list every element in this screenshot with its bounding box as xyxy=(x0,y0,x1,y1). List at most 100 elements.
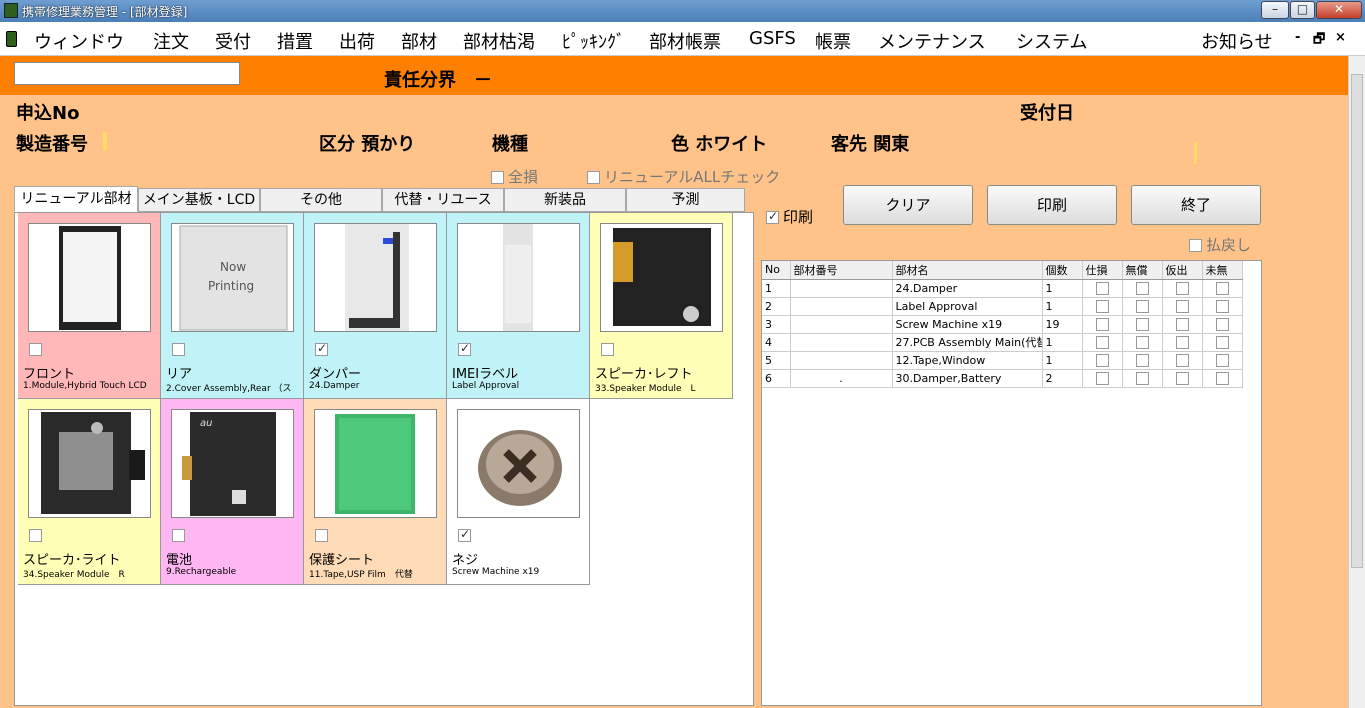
menu-action[interactable]: 措置 xyxy=(277,28,313,54)
tab-others[interactable]: その他 xyxy=(260,188,382,212)
menu-picking[interactable]: ﾋﾟｯｷﾝｸﾞ xyxy=(562,28,625,54)
renewal-all-checkbox[interactable]: リニューアルALLチェック xyxy=(587,166,780,187)
table-row[interactable]: 1 24.Damper 1 xyxy=(762,279,1243,298)
part-card[interactable]: スピーカ･レフト 33.Speaker Module L xyxy=(590,213,733,399)
close-button[interactable]: ✕ xyxy=(1316,1,1362,19)
total-loss-checkbox[interactable]: 全損 xyxy=(491,166,538,187)
tab-substitute-reuse[interactable]: 代替・リユース xyxy=(382,188,504,212)
grid-checkbox[interactable] xyxy=(1215,335,1229,349)
table-row[interactable]: 4 27.PCB Assembly Main(代替 1 xyxy=(762,333,1243,352)
part-card[interactable]: Now Printing リア 2.Cover Assembly,Rear （ス xyxy=(161,213,304,399)
grid-checkbox[interactable] xyxy=(1175,335,1189,349)
checkbox[interactable] xyxy=(491,171,504,184)
grid-checkbox[interactable] xyxy=(1215,371,1229,385)
vertical-scrollbar[interactable] xyxy=(1348,56,1365,708)
tab-main-board-lcd[interactable]: メイン基板・LCD xyxy=(138,188,260,212)
scrollbar-thumb[interactable] xyxy=(1351,74,1363,568)
mdi-close-button[interactable]: × xyxy=(1335,30,1346,45)
grid-checkbox[interactable] xyxy=(1095,317,1109,331)
menu-reception[interactable]: 受付 xyxy=(215,28,251,54)
grid-checkbox[interactable] xyxy=(1135,371,1149,385)
grid-checkbox[interactable] xyxy=(1135,299,1149,313)
print-checkbox[interactable]: 印刷 xyxy=(766,206,813,227)
exit-button[interactable]: 終了 xyxy=(1131,185,1261,225)
cell-check xyxy=(1082,333,1123,352)
cell-part-name: 12.Tape,Window xyxy=(892,351,1043,370)
grid-checkbox[interactable] xyxy=(1135,281,1149,295)
grid-checkbox[interactable] xyxy=(1215,317,1229,331)
part-checkbox[interactable] xyxy=(29,343,42,356)
tab-new-parts[interactable]: 新装品 xyxy=(504,188,626,212)
part-jp-name: リア xyxy=(166,367,193,382)
menu-parts[interactable]: 部材 xyxy=(401,28,437,54)
grid-checkbox[interactable] xyxy=(1215,299,1229,313)
refund-checkbox[interactable]: 払戻し xyxy=(1189,234,1251,255)
grid-checkbox[interactable] xyxy=(1135,353,1149,367)
maximize-button[interactable]: □ xyxy=(1290,1,1315,19)
menu-gsfs[interactable]: GSFS xyxy=(749,28,796,49)
part-card[interactable]: 保護シート 11.Tape,USP Film 代替 xyxy=(304,399,447,585)
grid-checkbox[interactable] xyxy=(1095,335,1109,349)
mdi-restore-button[interactable]: 🗗 xyxy=(1313,30,1325,52)
grid-checkbox[interactable] xyxy=(1135,335,1149,349)
menu-order[interactable]: 注文 xyxy=(153,28,189,54)
menu-parts-report[interactable]: 部材帳票 xyxy=(649,28,721,54)
menu-shipping[interactable]: 出荷 xyxy=(339,28,375,54)
grid-checkbox[interactable] xyxy=(1175,299,1189,313)
tab-forecast[interactable]: 予測 xyxy=(626,188,745,212)
grid-checkbox[interactable] xyxy=(1135,317,1149,331)
title-bar: 携帯修理業務管理 - [部材登録] – □ ✕ xyxy=(0,0,1365,22)
app-menu-icon[interactable] xyxy=(6,31,17,47)
grid-checkbox[interactable] xyxy=(1095,353,1109,367)
cell-check xyxy=(1202,315,1243,334)
grid-checkbox[interactable] xyxy=(1215,281,1229,295)
checkbox[interactable] xyxy=(1189,239,1202,252)
part-checkbox[interactable] xyxy=(172,343,185,356)
checkbox[interactable] xyxy=(587,171,600,184)
table-row[interactable]: 2 Label Approval 1 xyxy=(762,297,1243,316)
minimize-button[interactable]: – xyxy=(1261,1,1289,19)
part-card[interactable]: ネジScrew Machine x19 xyxy=(447,399,590,585)
grid-checkbox[interactable] xyxy=(1095,281,1109,295)
part-card[interactable]: au 電池 9.Rechargeable xyxy=(161,399,304,585)
part-checkbox[interactable] xyxy=(172,529,185,542)
grid-checkbox[interactable] xyxy=(1095,299,1109,313)
grid-checkbox[interactable] xyxy=(1215,353,1229,367)
memo-field[interactable] xyxy=(1194,142,1197,164)
menu-system[interactable]: システム xyxy=(1016,28,1087,54)
part-checkbox[interactable] xyxy=(458,527,471,542)
checkbox[interactable] xyxy=(766,209,779,224)
serial-no-field[interactable] xyxy=(103,132,107,150)
renewal-all-label: リニューアルALLチェック xyxy=(604,168,781,186)
grid-checkbox[interactable] xyxy=(1175,353,1189,367)
part-checkbox[interactable] xyxy=(601,343,614,356)
grid-checkbox[interactable] xyxy=(1175,281,1189,295)
menu-window[interactable]: ウィンドウ xyxy=(34,28,124,54)
grid-checkbox[interactable] xyxy=(1175,317,1189,331)
grid-checkbox[interactable] xyxy=(1095,371,1109,385)
table-row[interactable]: 3 Screw Machine x19 19 xyxy=(762,315,1243,334)
search-input[interactable] xyxy=(14,62,240,85)
part-checkbox[interactable] xyxy=(29,529,42,542)
part-card[interactable]: フロント 1.Module,Hybrid Touch LCD xyxy=(18,213,161,399)
part-card[interactable]: IMEIラベルLabel Approval xyxy=(447,213,590,399)
menu-notice-label[interactable]: お知らせ xyxy=(1201,28,1273,54)
tab-renewal-parts[interactable]: リニューアル部材 xyxy=(14,186,138,212)
clear-button[interactable]: クリア xyxy=(843,185,973,225)
part-jp-name: スピーカ･レフト xyxy=(595,367,693,382)
menu-reports[interactable]: 帳票 xyxy=(815,28,851,54)
part-checkbox[interactable] xyxy=(315,529,328,542)
menu-parts-shortage[interactable]: 部材枯渇 xyxy=(463,28,535,54)
mdi-minimize-button[interactable]: - xyxy=(1295,30,1300,45)
part-checkbox[interactable] xyxy=(315,341,328,356)
part-checkbox[interactable] xyxy=(458,341,471,356)
part-card[interactable]: スピーカ･ライト 34.Speaker Module R xyxy=(18,399,161,585)
grid-checkbox[interactable] xyxy=(1175,371,1189,385)
print-button[interactable]: 印刷 xyxy=(987,185,1117,225)
total-loss-label: 全損 xyxy=(508,168,539,186)
table-row[interactable]: 5 12.Tape,Window 1 xyxy=(762,351,1243,370)
part-image: Now Printing xyxy=(171,223,294,332)
part-card[interactable]: ダンパー24.Damper xyxy=(304,213,447,399)
table-row[interactable]: 6. 30.Damper,Battery 2 xyxy=(762,369,1243,388)
menu-maintenance[interactable]: メンテナンス xyxy=(878,28,986,54)
